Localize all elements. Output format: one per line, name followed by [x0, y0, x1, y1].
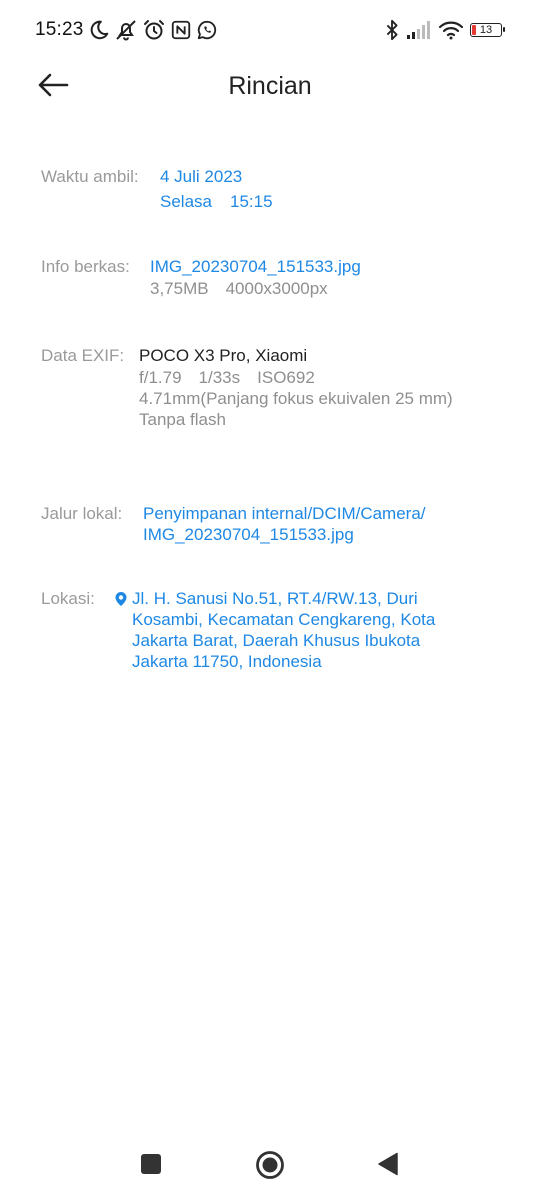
- location-line-3: Jakarta Barat, Daerah Khusus Ibukota: [132, 631, 421, 650]
- exif-aperture: f/1.79: [139, 368, 182, 387]
- file-size: 3,75MB: [150, 279, 209, 298]
- file-resolution: 4000x3000px: [225, 279, 328, 298]
- exif-label: Data EXIF:: [41, 346, 125, 365]
- exif-flash: Tanpa flash: [139, 410, 226, 429]
- local-path-label: Jalur lokal:: [41, 504, 123, 523]
- battery-icon: 13: [470, 23, 505, 37]
- recents-button[interactable]: [140, 1153, 162, 1180]
- home-button[interactable]: [255, 1150, 285, 1185]
- wifi-icon: [438, 21, 464, 40]
- status-time: 15:23: [35, 19, 84, 40]
- page-title: Rincian: [228, 72, 312, 100]
- exif-iso: ISO692: [257, 368, 315, 387]
- local-path-line-2: IMG_20230704_151533.jpg: [143, 525, 354, 544]
- nfc-icon: [171, 20, 191, 40]
- location-label: Lokasi:: [41, 589, 95, 608]
- local-path-link[interactable]: Penyimpanan internal/DCIM/Camera/ IMG_20…: [143, 503, 426, 545]
- system-back-button[interactable]: [377, 1152, 399, 1181]
- exif-focal-length: 4.71mm(Panjang fokus ekuivalen 25 mm): [139, 389, 453, 408]
- status-left-icons: [88, 18, 218, 42]
- status-right-icons: 13: [384, 18, 505, 42]
- local-path-line-1: Penyimpanan internal/DCIM/Camera/: [143, 504, 426, 523]
- header: Rincian: [0, 60, 540, 116]
- location-line-2: Kosambi, Kecamatan Cengkareng, Kota: [132, 610, 436, 629]
- exif-values: POCO X3 Pro, Xiaomi f/1.79 1/33s ISO692 4.…: [139, 345, 453, 430]
- file-info-values: IMG_20230704_151533.jpg 3,75MB 4000x3000p…: [150, 256, 361, 299]
- location-pin-icon: [115, 592, 127, 606]
- bluetooth-icon: [386, 19, 398, 41]
- exif-shutter: 1/33s: [198, 368, 241, 387]
- capture-day: Selasa: [160, 192, 212, 211]
- capture-time-values: 4 Juli 2023 Selasa 15:15: [160, 166, 273, 212]
- exif-device: POCO X3 Pro, Xiaomi: [139, 346, 308, 365]
- recents-square-icon: [141, 1154, 161, 1174]
- navigation-bar: [0, 1140, 540, 1190]
- location-line-1: Jl. H. Sanusi No.51, RT.4/RW.13, Duri: [132, 589, 418, 608]
- notifications-off-icon: [116, 20, 136, 41]
- home-circle-icon: [256, 1151, 284, 1179]
- file-info-label: Info berkas:: [41, 257, 130, 276]
- battery-level-text: 13: [479, 23, 493, 36]
- file-name-link[interactable]: IMG_20230704_151533.jpg: [150, 256, 361, 277]
- location-link[interactable]: Jl. H. Sanusi No.51, RT.4/RW.13, Duri Ko…: [115, 588, 436, 672]
- signal-icon: [407, 21, 430, 39]
- capture-clock: 15:15: [229, 192, 273, 211]
- capture-time-label: Waktu ambil:: [41, 167, 139, 186]
- battery-level-fill: [472, 25, 476, 35]
- whatsapp-icon: [197, 20, 217, 40]
- back-triangle-icon: [378, 1152, 398, 1176]
- capture-date: 4 Juli 2023: [160, 167, 243, 186]
- alarm-icon: [144, 20, 164, 40]
- status-bar: 15:23 13: [0, 0, 540, 60]
- location-line-4: Jakarta 11750, Indonesia: [132, 652, 322, 671]
- moon-icon: [90, 20, 109, 40]
